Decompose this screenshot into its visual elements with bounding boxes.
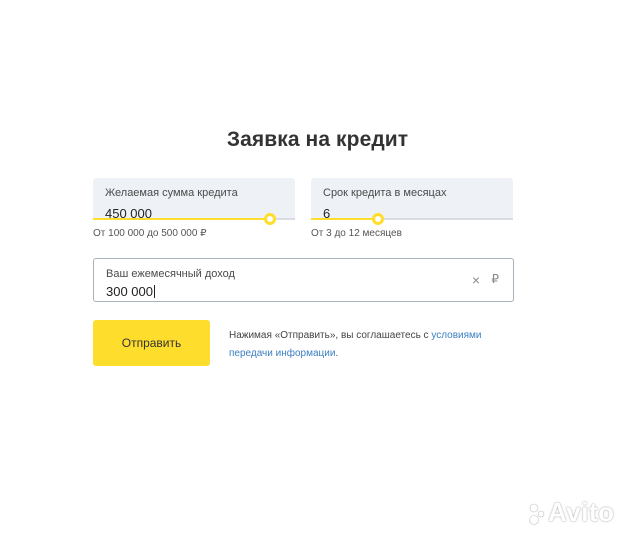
monthly-income-value: 300 000 [106, 284, 153, 299]
loan-amount-label: Желаемая сумма кредита [105, 187, 238, 199]
loan-amount-slider-thumb[interactable] [263, 213, 276, 225]
text-caret [154, 285, 155, 298]
avito-logo-icon [529, 503, 545, 525]
monthly-income-field[interactable]: Ваш ежемесячный доход 300 000 × ₽ [93, 258, 514, 302]
loan-term-label: Срок кредита в месяцах [323, 187, 447, 199]
loan-amount-slider-fill [93, 218, 270, 220]
submit-button[interactable]: Отправить [93, 320, 210, 366]
loan-amount-hint: От 100 000 до 500 000 ₽ [93, 228, 207, 239]
consent-text-main: Нажимая «Отправить», вы соглашаетесь с [229, 330, 429, 341]
loan-term-hint: От 3 до 12 месяцев [311, 228, 402, 239]
page-title: Заявка на кредит [226, 128, 409, 151]
ruble-icon: ₽ [491, 272, 499, 286]
consent-text: Нажимая «Отправить», вы соглашаетесь с у… [229, 327, 509, 363]
loan-term-slider-thumb[interactable] [372, 213, 385, 225]
loan-term-field[interactable]: Срок кредита в месяцах 6 [311, 178, 513, 225]
loan-amount-value[interactable]: 450 000 [105, 205, 283, 223]
avito-watermark: Avito [548, 497, 615, 527]
loan-term-value[interactable]: 6 [323, 205, 501, 223]
loan-term-slider[interactable] [311, 213, 513, 225]
monthly-income-input[interactable]: 300 000 [106, 283, 501, 301]
consent-text-end: . [335, 348, 339, 359]
clear-icon[interactable]: × [472, 272, 480, 288]
monthly-income-label: Ваш ежемесячный доход [106, 268, 235, 280]
loan-amount-slider[interactable] [93, 213, 295, 225]
loan-amount-field[interactable]: Желаемая сумма кредита 450 000 [93, 178, 295, 225]
loan-term-slider-fill [311, 218, 379, 220]
